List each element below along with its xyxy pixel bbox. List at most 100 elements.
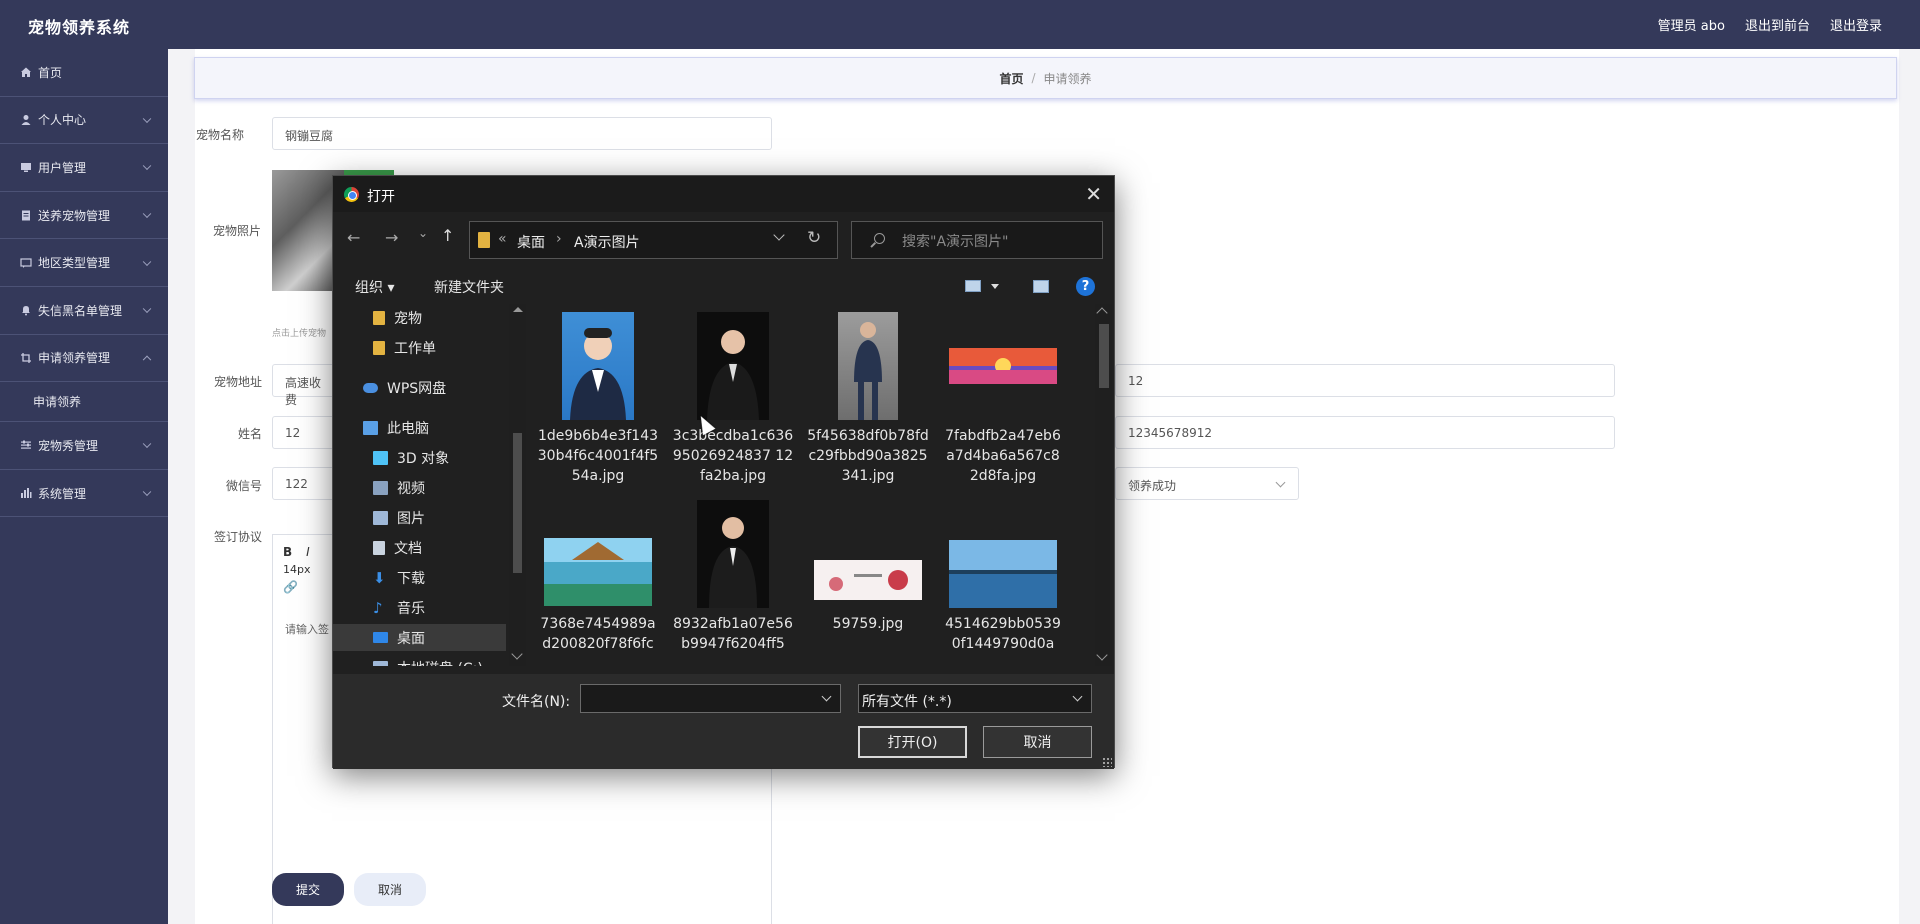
nav-item-pets-folder[interactable]: 宠物	[373, 304, 422, 331]
breadcrumb-folder[interactable]: A演示图片	[574, 232, 640, 252]
file-item[interactable]: 59759.jpg	[807, 500, 929, 634]
name-label: 姓名	[237, 427, 262, 441]
sidebar-item-adoption-applications[interactable]: 申请领养管理	[0, 335, 168, 383]
file-list-scrollbar[interactable]	[1095, 304, 1112, 666]
sidebar-item-region-types[interactable]: 地区类型管理	[0, 239, 168, 287]
file-item[interactable]: 7368e7454989ad200820f78f6fc	[537, 500, 659, 654]
folder-icon	[478, 232, 490, 248]
italic-icon[interactable]: I	[306, 545, 310, 559]
sidebar-item-label: 系统管理	[38, 486, 87, 501]
nav-item-music[interactable]: ♪ 音乐	[373, 594, 425, 621]
navigation-scrollbar[interactable]	[509, 304, 526, 666]
cube-icon	[373, 450, 388, 465]
pet-address-label: 宠物地址	[213, 375, 262, 389]
file-item[interactable]: 5f45638df0b78fdc29fbbd90a3825341.jpg	[807, 312, 929, 486]
sidebar-subitem-label: 申请领养	[33, 395, 82, 410]
up-arrow-icon[interactable]: ↑	[441, 226, 454, 245]
file-item[interactable]: 1de9b6b4e3f14330b4f6c4001f4f554a.jpg	[537, 312, 659, 486]
logout-link[interactable]: 退出登录	[1830, 15, 1882, 34]
submit-button[interactable]: 提交	[272, 873, 344, 906]
nav-item-videos[interactable]: 视频	[373, 474, 425, 501]
sidebar-item-home[interactable]: 首页	[0, 49, 168, 97]
sidebar-item-system[interactable]: 系统管理	[0, 470, 168, 518]
preview-pane-icon[interactable]	[1033, 280, 1049, 293]
close-icon[interactable]: ✕	[1085, 182, 1102, 206]
pet-name-field[interactable]: 钢镚豆腐	[272, 117, 772, 150]
file-name: 3c3becdba1c63695026924837 12fa2ba.jpg	[672, 428, 794, 484]
breadcrumb-desktop[interactable]: 桌面	[517, 232, 545, 252]
chevron-down-icon	[142, 304, 152, 314]
nav-item-wps-cloud[interactable]: WPS网盘	[363, 374, 446, 401]
new-folder-button[interactable]: 新建文件夹	[434, 277, 504, 297]
file-list: 1de9b6b4e3f14330b4f6c4001f4f554a.jpg 3c3…	[529, 304, 1095, 666]
top-bar-actions: 管理员 abo 退出到前台 退出登录	[1658, 15, 1882, 34]
sidebar: 首页 个人中心 用户管理 送养宠物管理 地区类型管理 失信黑名单管理 申请领养管…	[0, 49, 168, 924]
sidebar-item-users[interactable]: 用户管理	[0, 144, 168, 192]
nav-item-label: 视频	[397, 480, 425, 497]
scroll-down-icon[interactable]	[511, 648, 523, 660]
computer-icon	[363, 420, 378, 435]
address-bar[interactable]: « 桌面 › A演示图片 ↻	[469, 221, 838, 259]
breadcrumb-home[interactable]: 首页	[999, 70, 1023, 87]
file-item[interactable]: 4514629bb05390f1449790d0a	[942, 500, 1064, 654]
back-to-front-link[interactable]: 退出到前台	[1745, 15, 1810, 34]
bar-chart-icon	[20, 487, 32, 499]
file-name-label: 文件名(N):	[502, 694, 571, 710]
resize-grip-icon[interactable]	[1102, 757, 1112, 767]
recent-locations-chevron-icon[interactable]: ⌄	[418, 226, 428, 240]
nav-item-3d-objects[interactable]: 3D 对象	[373, 444, 449, 471]
file-name: 4514629bb05390f1449790d0a	[945, 616, 1061, 652]
scroll-up-icon[interactable]	[1096, 307, 1108, 319]
nav-item-label: 此电脑	[387, 420, 429, 437]
search-icon	[874, 233, 885, 244]
nav-item-local-disk-c[interactable]: 本地磁盘 (C:)	[373, 654, 483, 666]
open-button[interactable]: 打开(O)	[858, 726, 967, 758]
sidebar-item-label: 用户管理	[38, 160, 87, 175]
file-type-select[interactable]: 所有文件 (*.*)	[858, 684, 1092, 713]
nav-item-label: 文档	[394, 540, 422, 557]
nav-item-downloads[interactable]: ⬇ 下载	[373, 564, 425, 591]
sidebar-item-pets-for-adoption[interactable]: 送养宠物管理	[0, 192, 168, 240]
file-item[interactable]: 7fabdfb2a47eb6a7d4ba6a567c82d8fa.jpg	[942, 312, 1064, 486]
file-name-input[interactable]	[580, 684, 841, 713]
dialog-cancel-button[interactable]: 取消	[983, 726, 1092, 758]
admin-username[interactable]: 管理员 abo	[1658, 15, 1725, 34]
scroll-up-icon[interactable]	[513, 307, 523, 312]
bold-icon[interactable]: B	[283, 545, 292, 559]
nav-item-worksheet-folder[interactable]: 工作单	[373, 334, 436, 361]
sidebar-item-blacklist[interactable]: 失信黑名单管理	[0, 287, 168, 335]
scrollbar-thumb[interactable]	[513, 433, 522, 573]
nav-item-this-pc[interactable]: 此电脑	[363, 414, 429, 441]
file-item[interactable]: 8932afb1a07e56b9947f6204ff5	[672, 500, 794, 654]
editor-placeholder[interactable]: 请输入签	[285, 621, 329, 637]
monitor-icon	[20, 161, 32, 173]
address-right-field[interactable]: 12	[1115, 364, 1615, 397]
phone-field[interactable]: 12345678912	[1115, 416, 1615, 449]
file-item[interactable]: 3c3becdba1c63695026924837 12fa2ba.jpg	[672, 312, 794, 486]
view-options-chevron-icon[interactable]	[991, 284, 999, 289]
sidebar-item-pet-show[interactable]: 宠物秀管理	[0, 422, 168, 470]
scroll-down-icon[interactable]	[1096, 649, 1108, 661]
pet-name-label: 宠物名称	[195, 128, 244, 142]
sidebar-item-profile[interactable]: 个人中心	[0, 97, 168, 145]
back-arrow-icon[interactable]: ←	[347, 228, 360, 247]
scrollbar-thumb[interactable]	[1099, 324, 1109, 388]
refresh-icon[interactable]: ↻	[807, 228, 821, 248]
chevron-down-icon[interactable]	[773, 229, 785, 241]
nav-item-desktop[interactable]: 桌面	[333, 624, 506, 651]
nav-item-documents[interactable]: 文档	[373, 534, 422, 561]
search-input[interactable]: 搜索"A演示图片"	[851, 221, 1103, 259]
cancel-button[interactable]: 取消	[354, 873, 426, 906]
help-icon[interactable]: ?	[1076, 277, 1095, 296]
app-brand: 宠物领养系统	[28, 18, 131, 37]
chat-icon	[20, 257, 32, 269]
status-select[interactable]: 领养成功	[1115, 467, 1299, 500]
change-view-icon[interactable]	[965, 280, 981, 292]
nav-item-pictures[interactable]: 图片	[373, 504, 425, 531]
organize-button[interactable]: 组织 ▾	[355, 277, 394, 297]
sidebar-item-label: 地区类型管理	[38, 256, 111, 271]
forward-arrow-icon[interactable]: →	[385, 228, 398, 247]
agreement-label: 签订协议	[213, 530, 262, 544]
sidebar-subitem-apply-adoption[interactable]: 申请领养	[0, 382, 168, 423]
file-name: 7fabdfb2a47eb6a7d4ba6a567c82d8fa.jpg	[945, 428, 1061, 484]
